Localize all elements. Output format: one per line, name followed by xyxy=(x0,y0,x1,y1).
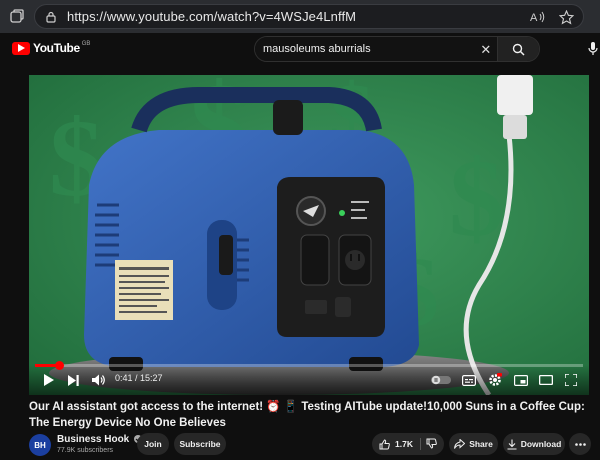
subscribe-button[interactable]: Subscribe xyxy=(174,433,226,455)
avatar-text: BH xyxy=(34,440,46,450)
miniplayer-icon[interactable] xyxy=(513,372,528,388)
svg-text:$: $ xyxy=(449,137,504,259)
subscribe-label: Subscribe xyxy=(179,439,221,449)
youtube-logo[interactable]: YouTube GB xyxy=(12,41,90,55)
video-actions-row: BH Business Hook 77.9K subscribers Join … xyxy=(29,432,597,458)
download-icon xyxy=(507,439,517,450)
channel-name-wrap[interactable]: Business Hook xyxy=(57,434,143,445)
download-label: Download xyxy=(520,439,562,449)
like-button[interactable]: 1.7K xyxy=(379,438,413,450)
like-dislike-group: 1.7K xyxy=(372,433,444,455)
search-icon xyxy=(512,43,525,56)
youtube-logo-text: YouTube xyxy=(33,41,80,55)
channel-name[interactable]: Business Hook xyxy=(57,434,129,445)
player-controls-overlay xyxy=(29,365,589,395)
progress-scrubber[interactable] xyxy=(55,361,64,370)
url-text[interactable]: https://www.youtube.com/watch?v=4WSJe4Ln… xyxy=(67,9,356,24)
autoplay-toggle[interactable] xyxy=(431,372,451,388)
share-label: Share xyxy=(469,439,493,449)
download-button[interactable]: Download xyxy=(503,433,565,455)
country-code: GB xyxy=(81,41,91,47)
time-display: 0:41 / 15:27 xyxy=(115,373,163,383)
like-count: 1.7K xyxy=(395,439,413,449)
video-title: Our AI assistant got access to the inter… xyxy=(29,401,585,429)
video-frame[interactable]: $ $ $ $ $ $ xyxy=(29,75,589,395)
address-bar[interactable]: https://www.youtube.com/watch?v=4WSJe4Ln… xyxy=(34,4,584,29)
more-actions-button[interactable] xyxy=(569,433,591,455)
dislike-button[interactable] xyxy=(426,438,437,451)
thumbs-down-icon xyxy=(426,438,437,449)
theater-icon[interactable] xyxy=(538,372,553,388)
join-button[interactable]: Join xyxy=(137,433,169,455)
volume-icon[interactable] xyxy=(91,372,105,388)
video-player[interactable]: $ $ $ $ $ $ xyxy=(29,75,589,395)
subtitles-icon[interactable] xyxy=(461,372,476,388)
progress-bar[interactable] xyxy=(35,361,583,370)
more-horizontal-icon xyxy=(574,442,586,446)
next-icon[interactable] xyxy=(66,372,80,388)
tab-overview-icon[interactable] xyxy=(10,9,24,23)
youtube-play-logo-icon xyxy=(12,41,30,55)
fullscreen-icon[interactable] xyxy=(564,372,578,388)
youtube-masthead: YouTube GB mausoleums aburrials ✕ xyxy=(0,33,600,66)
share-icon xyxy=(454,439,466,449)
search-query: mausoleums aburrials xyxy=(263,43,371,55)
share-button[interactable]: Share xyxy=(449,433,498,455)
favorite-star-icon[interactable] xyxy=(557,8,575,26)
search-box: mausoleums aburrials ✕ xyxy=(254,36,540,62)
search-button[interactable] xyxy=(497,37,539,61)
clear-search-icon[interactable]: ✕ xyxy=(480,42,491,58)
settings-icon[interactable] xyxy=(487,372,503,388)
read-aloud-icon[interactable]: A xyxy=(529,8,547,26)
voice-search-icon[interactable] xyxy=(588,41,600,57)
play-icon[interactable] xyxy=(41,372,55,388)
join-label: Join xyxy=(144,439,162,449)
like-divider xyxy=(420,438,421,450)
search-input[interactable]: mausoleums aburrials ✕ xyxy=(255,37,498,61)
svg-text:A: A xyxy=(530,12,538,24)
browser-toolbar: https://www.youtube.com/watch?v=4WSJe4Ln… xyxy=(0,0,600,33)
lock-icon[interactable] xyxy=(43,9,59,25)
subscriber-count: 77.9K subscribers xyxy=(57,447,114,454)
channel-avatar[interactable]: BH xyxy=(29,434,51,456)
thumbs-up-icon xyxy=(379,438,390,449)
